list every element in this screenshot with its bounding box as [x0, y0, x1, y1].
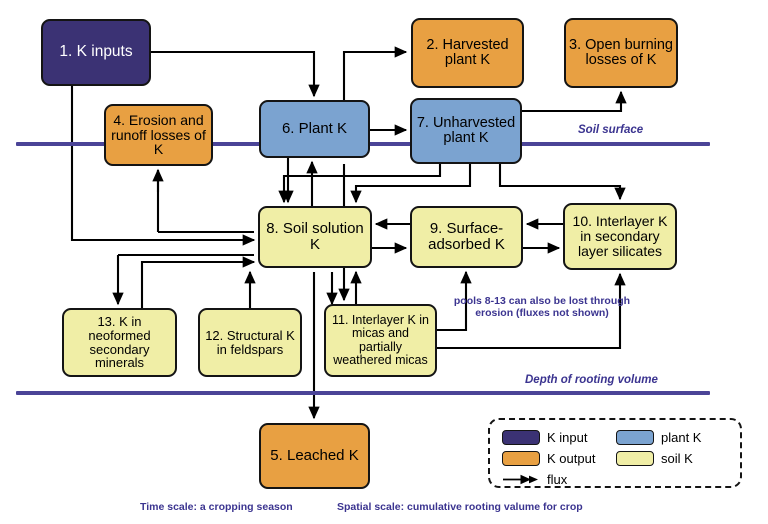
- node-6-plant-k[interactable]: 6. Plant K: [259, 100, 370, 158]
- legend-item-k-output: K output: [502, 451, 616, 466]
- legend-label-soil-k: soil K: [661, 451, 693, 466]
- node-3-label: 3. Open burning losses of K: [569, 36, 673, 68]
- node-11-interlayer-k-micas[interactable]: 11. Interlayer K in micas and partially …: [324, 304, 437, 377]
- k-output-swatch-icon: [502, 451, 540, 466]
- node-9-surface-adsorbed-k[interactable]: 9. Surface-adsorbed K: [410, 206, 523, 268]
- spatial-scale-label: Spatial scale: cumulative rooting valume…: [337, 501, 583, 513]
- legend-label-plant-k: plant K: [661, 430, 702, 445]
- node-4-label: 4. Erosion and runoff losses of K: [111, 111, 206, 158]
- legend-label-k-output: K output: [547, 451, 596, 466]
- node-3-open-burning-losses[interactable]: 3. Open burning losses of K: [564, 18, 678, 88]
- legend-item-k-input: K input: [502, 430, 616, 445]
- legend-item-flux: flux: [502, 472, 620, 487]
- node-7-unharvested-plant-k[interactable]: 7. Unharvested plant K: [410, 98, 522, 164]
- node-8-label: 8. Soil solution K: [266, 220, 364, 253]
- legend-label-k-input: K input: [547, 430, 588, 445]
- node-5-label: 5. Leached K: [270, 447, 359, 465]
- node-10-label: 10. Interlayer K in secondary layer sili…: [572, 213, 668, 259]
- node-7-label: 7. Unharvested plant K: [416, 114, 516, 146]
- plant-k-swatch-icon: [616, 430, 654, 445]
- k-input-swatch-icon: [502, 430, 540, 445]
- node-8-soil-solution-k[interactable]: 8. Soil solution K: [258, 206, 372, 268]
- soil-surface-label: Soil surface: [578, 124, 644, 136]
- time-scale-label: Time scale: a cropping season: [140, 501, 293, 513]
- node-6-label: 6. Plant K: [281, 120, 348, 138]
- node-10-interlayer-k-secondary-silicates[interactable]: 10. Interlayer K in secondary layer sili…: [563, 203, 677, 270]
- rooting-depth-line: [16, 391, 710, 395]
- rooting-depth-label: Depth of rooting volume: [525, 374, 658, 386]
- node-2-harvested-plant-k[interactable]: 2. Harvested plant K: [411, 18, 524, 88]
- legend-label-flux: flux: [547, 472, 568, 487]
- diagram-canvas: Soil surface Depth of rooting volume 1. …: [0, 0, 768, 524]
- node-4-erosion-runoff-losses[interactable]: 4. Erosion and runoff losses of K: [104, 104, 213, 166]
- erosion-note: pools 8-13 can also be lost through eros…: [453, 295, 631, 320]
- node-12-structural-k-feldspars[interactable]: 12. Structural K in feldspars: [198, 308, 302, 377]
- node-1-label: 1. K inputs: [59, 43, 133, 61]
- node-11-label: 11. Interlayer K in micas and partially …: [331, 313, 430, 367]
- legend-row-1: K input plant K: [502, 427, 730, 448]
- node-13-k-neoformed-minerals[interactable]: 13. K in neoformed secondary minerals: [62, 308, 177, 377]
- legend: K input plant K K output soil K flux: [488, 418, 742, 488]
- legend-row-3: flux: [502, 469, 730, 490]
- flux-arrow-icon: [502, 472, 540, 487]
- node-13-label: 13. K in neoformed secondary minerals: [88, 313, 151, 371]
- node-1-k-inputs[interactable]: 1. K inputs: [41, 19, 151, 86]
- node-12-label: 12. Structural K in feldspars: [205, 327, 295, 357]
- node-9-label: 9. Surface-adsorbed K: [428, 220, 505, 253]
- node-5-leached-k[interactable]: 5. Leached K: [259, 423, 370, 489]
- legend-item-plant-k: plant K: [616, 430, 730, 445]
- node-2-label: 2. Harvested plant K: [426, 36, 509, 68]
- soil-k-swatch-icon: [616, 451, 654, 466]
- legend-row-2: K output soil K: [502, 448, 730, 469]
- legend-item-soil-k: soil K: [616, 451, 730, 466]
